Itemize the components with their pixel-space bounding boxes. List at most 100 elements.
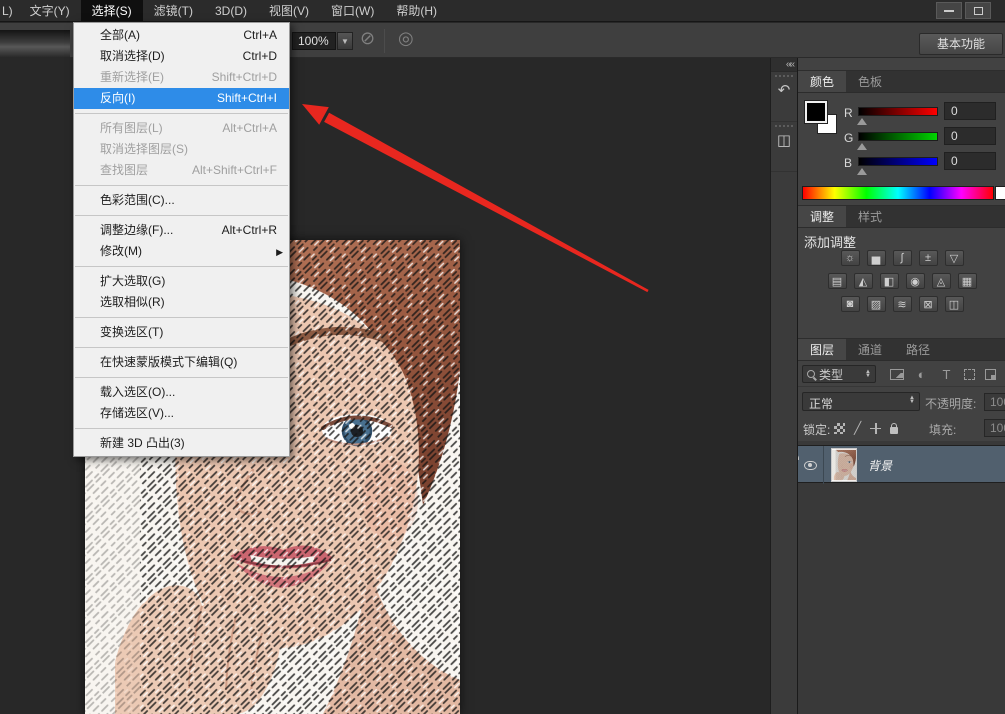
lock-position-icon[interactable] xyxy=(870,423,881,434)
menu-separator xyxy=(75,185,288,186)
slider-thumb-icon[interactable] xyxy=(857,118,867,125)
menu-item-12[interactable]: 修改(M)▶ xyxy=(74,241,289,262)
menubar-item-6[interactable]: 帮助(H) xyxy=(385,0,448,21)
lock-image-icon[interactable]: ╱ xyxy=(854,421,861,435)
menu-item-19[interactable]: 在快速蒙版模式下编辑(Q) xyxy=(74,352,289,373)
menu-item-3[interactable]: 反向(I)Shift+Ctrl+I xyxy=(74,88,289,109)
menubar-item-0[interactable]: 文字(Y) xyxy=(19,0,81,21)
channel-slider-B[interactable] xyxy=(858,157,938,166)
minimize-button[interactable] xyxy=(936,2,962,19)
adjustments-tab-1[interactable]: 样式 xyxy=(846,206,894,227)
menu-item-15[interactable]: 选取相似(R) xyxy=(74,292,289,313)
layer-visibility-toggle[interactable] xyxy=(798,446,824,484)
vibrance-icon[interactable]: ▽ xyxy=(945,250,964,266)
menu-item-5[interactable]: 所有图层(L)Alt+Ctrl+A xyxy=(74,118,289,139)
menu-item-2[interactable]: 重新选择(E)Shift+Ctrl+D xyxy=(74,67,289,88)
spectrum-white-swatch[interactable] xyxy=(995,186,1005,200)
workspace-switcher-button[interactable]: 基本功能 xyxy=(919,33,1003,55)
dock-icons: ↶◫ xyxy=(771,72,797,172)
curves-icon[interactable]: ∫ xyxy=(893,250,912,266)
menu-item-17[interactable]: 变换选区(T) xyxy=(74,322,289,343)
gradient-map-icon[interactable]: ⊠ xyxy=(919,296,938,312)
menu-item-0[interactable]: 全部(A)Ctrl+A xyxy=(74,25,289,46)
layers-tab-0[interactable]: 图层 xyxy=(798,339,846,360)
filter-kind-select[interactable]: 类型 ▲▼ xyxy=(802,365,876,383)
menu-item-9[interactable]: 色彩范围(C)... xyxy=(74,190,289,211)
zoom-level-dropdown[interactable]: ▼ xyxy=(337,32,353,50)
layers-tab-1[interactable]: 通道 xyxy=(846,339,894,360)
menubar-item-1[interactable]: 选择(S) xyxy=(81,0,143,21)
channel-label-G: G xyxy=(844,131,853,145)
threshold-icon[interactable]: ≋ xyxy=(893,296,912,312)
menubar-item-clipped[interactable]: L) xyxy=(0,0,19,21)
photo-filter-icon[interactable]: ◉ xyxy=(906,273,925,289)
hue-saturation-icon[interactable]: ▤ xyxy=(828,273,847,289)
selective-color-icon[interactable]: ◫ xyxy=(945,296,964,312)
lock-all-icon[interactable] xyxy=(890,427,898,434)
channel-row-G: G0 xyxy=(798,129,1005,149)
threed-panel-button[interactable]: ◫ xyxy=(771,122,797,172)
invert-icon[interactable]: ◙ xyxy=(841,296,860,312)
posterize-icon[interactable]: ▨ xyxy=(867,296,886,312)
color-lookup-icon[interactable]: ▦ xyxy=(958,273,977,289)
collapse-panels-button[interactable]: «« xyxy=(771,58,797,72)
menubar-item-4[interactable]: 视图(V) xyxy=(258,0,320,21)
color-tab-1[interactable]: 色板 xyxy=(846,71,894,92)
filter-pixel-layers-icon[interactable] xyxy=(890,369,904,380)
menu-item-6[interactable]: 取消选择图层(S) xyxy=(74,139,289,160)
brightness-contrast-icon[interactable]: ☼ xyxy=(841,250,860,266)
channel-mixer-icon[interactable]: ◬ xyxy=(932,273,951,289)
channel-value-G[interactable]: 0 xyxy=(944,127,996,145)
slider-thumb-icon[interactable] xyxy=(857,143,867,150)
menu-item-21[interactable]: 载入选区(O)... xyxy=(74,382,289,403)
levels-icon[interactable]: ▅ xyxy=(867,250,886,266)
airbrush-disabled-icon[interactable]: ⊘ xyxy=(360,28,375,49)
layer-row-background[interactable]: 背景 xyxy=(798,445,1005,483)
color-spectrum-ramp[interactable] xyxy=(802,186,994,200)
layer-name[interactable]: 背景 xyxy=(868,457,892,474)
channel-value-B[interactable]: 0 xyxy=(944,152,996,170)
history-panel-icon: ↶ xyxy=(778,83,791,98)
color-panel: 颜色色板 R0G0B0 xyxy=(798,70,1005,205)
channel-slider-G[interactable] xyxy=(858,132,938,141)
menu-item-11[interactable]: 调整边缘(F)...Alt+Ctrl+R xyxy=(74,220,289,241)
restore-button[interactable] xyxy=(965,2,991,19)
black-white-icon[interactable]: ◧ xyxy=(880,273,899,289)
menu-item-7[interactable]: 查找图层Alt+Shift+Ctrl+F xyxy=(74,160,289,181)
filter-kind-label: 类型 xyxy=(819,366,843,383)
filter-smart-objects-icon[interactable] xyxy=(985,369,996,380)
menu-item-22[interactable]: 存储选区(V)... xyxy=(74,403,289,424)
dock-grip xyxy=(775,75,793,77)
menubar-item-3[interactable]: 3D(D) xyxy=(204,0,258,21)
menubar-item-2[interactable]: 滤镜(T) xyxy=(143,0,204,21)
filter-adjustment-layers-icon[interactable]: ◐ xyxy=(914,367,929,382)
adjustments-tab-0[interactable]: 调整 xyxy=(798,206,846,227)
filter-type-layers-icon[interactable]: T xyxy=(939,367,954,382)
channel-value-R[interactable]: 0 xyxy=(944,102,996,120)
menubar-item-5[interactable]: 窗口(W) xyxy=(320,0,385,21)
slider-thumb-icon[interactable] xyxy=(857,168,867,175)
color-balance-icon[interactable]: ◭ xyxy=(854,273,873,289)
blend-mode-select[interactable]: 正常 ▲▼ xyxy=(802,392,920,411)
lock-transparent-icon[interactable] xyxy=(834,423,845,434)
channel-slider-R[interactable] xyxy=(858,107,938,116)
zoom-level-field[interactable]: 100% xyxy=(292,32,336,50)
adjustment-icon-grid: ☼ ▅ ∫ ± ▽ ▤ ◭ ◧ ◉ ◬ ▦ ◙ ▨ ≋ ⊠ ◫ xyxy=(798,250,1005,319)
exposure-icon[interactable]: ± xyxy=(919,250,938,266)
menu-item-1[interactable]: 取消选择(D)Ctrl+D xyxy=(74,46,289,67)
color-tab-0[interactable]: 颜色 xyxy=(798,71,846,92)
opacity-value-field[interactable]: 100% xyxy=(984,393,1005,411)
menu-item-14[interactable]: 扩大选取(G) xyxy=(74,271,289,292)
adjustments-panel-tabs: 调整样式 xyxy=(798,206,1005,228)
menu-item-shortcut: Alt+Ctrl+R xyxy=(222,220,277,241)
menu-item-label: 选取相似(R) xyxy=(100,295,165,309)
menu-item-24[interactable]: 新建 3D 凸出(3) xyxy=(74,433,289,454)
fill-value-field[interactable]: 100% xyxy=(984,419,1005,437)
filter-shape-layers-icon[interactable] xyxy=(964,369,975,380)
layer-thumbnail[interactable] xyxy=(831,448,857,482)
target-tool-icon[interactable]: ◎ xyxy=(398,28,414,49)
layers-tab-2[interactable]: 路径 xyxy=(894,339,942,360)
menu-item-label: 载入选区(O)... xyxy=(100,385,175,399)
history-panel-button[interactable]: ↶ xyxy=(771,72,797,122)
menu-separator xyxy=(75,317,288,318)
